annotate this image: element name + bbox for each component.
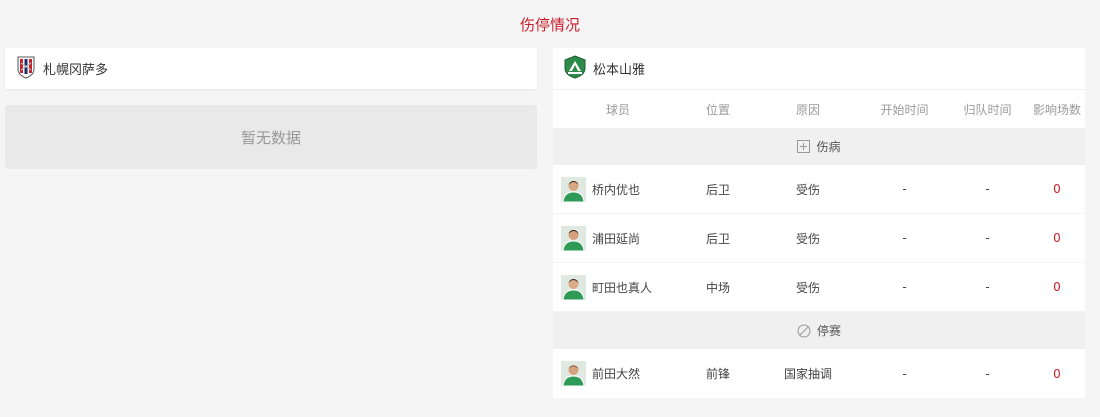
away-team-header: 松本山雅	[553, 48, 1085, 90]
player-avatar[interactable]	[561, 225, 586, 251]
games-affected: 0	[1053, 280, 1061, 294]
ban-circle-icon	[797, 324, 811, 338]
player-cell: 町田也真人	[553, 274, 683, 300]
start-time: -	[902, 366, 907, 381]
games-affected: 0	[1053, 366, 1061, 381]
player-cell: 浦田延尚	[553, 225, 683, 251]
column-header-reason: 原因	[795, 102, 820, 117]
start-time: -	[902, 231, 907, 245]
table-row[interactable]: 浦田延尚 后卫 受伤 - - 0	[553, 214, 1085, 263]
player-position: 后卫	[705, 231, 730, 246]
home-team-name[interactable]: 札幌冈萨多	[43, 59, 108, 78]
player-position: 后卫	[705, 182, 730, 197]
player-name[interactable]: 桥内优也	[592, 181, 640, 198]
return-time: -	[985, 182, 990, 196]
section-suspension: 停赛	[553, 312, 1085, 349]
absence-reason: 受伤	[795, 280, 820, 295]
empty-state: 暂无数据	[5, 105, 537, 169]
column-header-position: 位置	[705, 102, 730, 117]
player-name[interactable]: 町田也真人	[592, 279, 652, 296]
return-time: -	[985, 280, 990, 294]
player-avatar[interactable]	[561, 361, 586, 386]
column-header-player: 球员	[605, 102, 630, 117]
yamaga-crest-icon	[563, 54, 587, 83]
away-team-name[interactable]: 松本山雅	[593, 59, 645, 78]
section-title: 伤病	[816, 140, 841, 154]
column-header-return-time: 归队时间	[963, 102, 1012, 117]
player-avatar[interactable]	[561, 274, 586, 300]
section-title: 停赛	[816, 324, 841, 338]
home-team-column: 札幌冈萨多 暂无数据	[5, 48, 537, 169]
home-team-header: 札幌冈萨多	[5, 48, 537, 89]
table-row[interactable]: 前田大然 前锋 国家抽调 - - 0	[553, 349, 1085, 398]
table-row[interactable]: 桥内优也 后卫 受伤 - - 0	[553, 165, 1085, 214]
away-team-column: 松本山雅 球员 位置 原因 开始时间 归队时间 影响场数 伤病 桥内优也 后卫 …	[553, 48, 1085, 398]
start-time: -	[902, 182, 907, 196]
player-position: 前锋	[705, 367, 730, 381]
start-time: -	[902, 280, 907, 294]
column-header-games-affected: 影响场数	[1032, 102, 1081, 117]
return-time: -	[985, 231, 990, 245]
plus-square-icon	[797, 140, 811, 153]
absence-reason: 国家抽调	[783, 367, 832, 381]
absence-reason: 受伤	[795, 231, 820, 246]
player-name[interactable]: 前田大然	[592, 365, 640, 382]
absence-reason: 受伤	[795, 182, 820, 197]
player-cell: 桥内优也	[553, 176, 683, 202]
section-injury: 伤病	[553, 128, 1085, 165]
games-affected: 0	[1053, 182, 1061, 196]
consadole-crest-icon	[15, 55, 37, 83]
column-header-start-time: 开始时间	[880, 102, 929, 117]
player-name[interactable]: 浦田延尚	[592, 230, 640, 247]
return-time: -	[985, 366, 990, 381]
player-position: 中场	[705, 280, 730, 295]
player-avatar[interactable]	[561, 176, 586, 202]
table-row[interactable]: 町田也真人 中场 受伤 - - 0	[553, 263, 1085, 312]
player-cell: 前田大然	[553, 361, 683, 386]
page-title: 伤停情况	[519, 16, 580, 34]
games-affected: 0	[1053, 231, 1061, 245]
away-injury-panel: 松本山雅 球员 位置 原因 开始时间 归队时间 影响场数 伤病 桥内优也 后卫 …	[553, 48, 1085, 398]
table-header: 球员 位置 原因 开始时间 归队时间 影响场数	[553, 90, 1085, 128]
